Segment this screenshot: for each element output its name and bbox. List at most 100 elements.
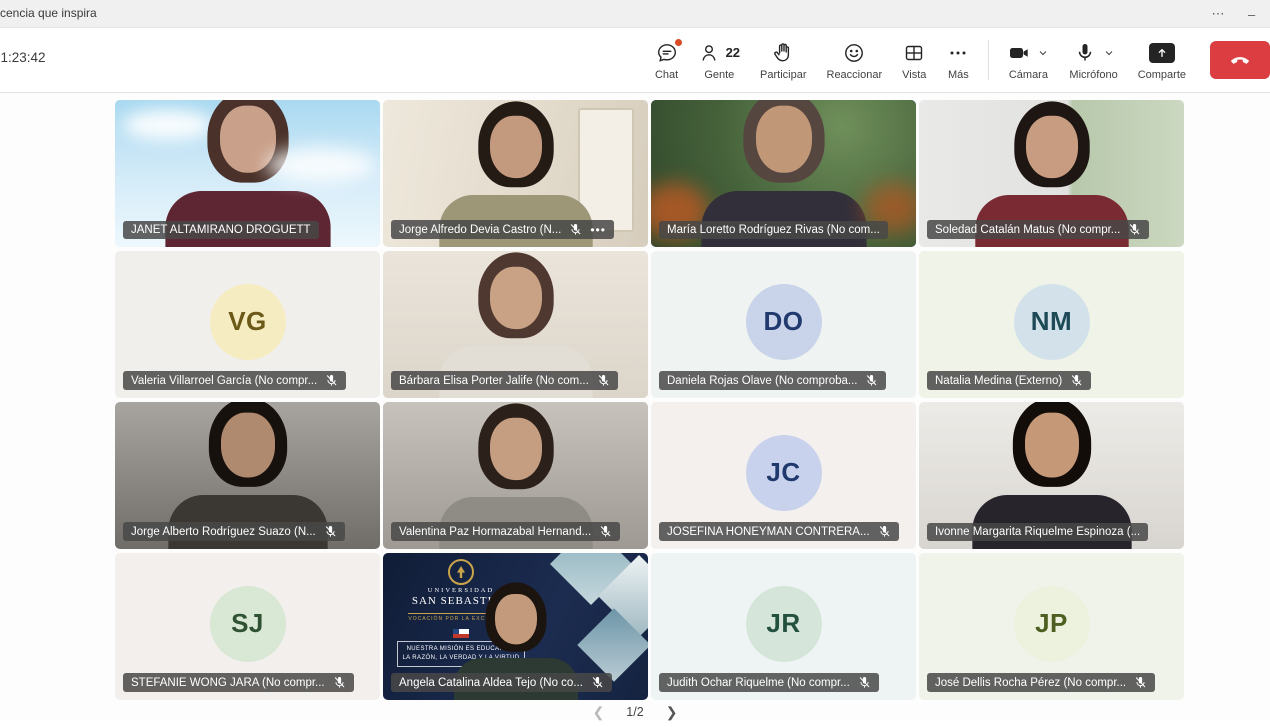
hangup-phone-icon <box>1227 45 1253 76</box>
window-titlebar: cencia que inspira ⋯ – <box>0 0 1270 28</box>
avatar: DO <box>746 283 822 359</box>
view-button[interactable]: Vista <box>892 30 936 90</box>
window-more-button[interactable]: ⋯ <box>1196 0 1240 28</box>
camera-button[interactable]: Cámara <box>997 30 1059 90</box>
mic-muted-icon <box>1134 676 1147 689</box>
mic-muted-icon <box>569 223 582 236</box>
participant-name: JOSEFINA HONEYMAN CONTRERA... <box>667 526 870 538</box>
mic-muted-icon <box>324 525 337 538</box>
participant-tile[interactable]: María Loretto Rodríguez Rivas (No com... <box>651 100 916 247</box>
participant-tile[interactable]: JR Judith Ochar Riquelme (No compr... <box>651 553 916 700</box>
chat-button[interactable]: Chat <box>645 30 689 90</box>
hangup-button[interactable] <box>1210 41 1270 79</box>
avatar: JR <box>746 585 822 661</box>
page-previous-chevron-icon[interactable]: ❮ <box>593 703 605 721</box>
mic-muted-icon <box>333 676 346 689</box>
participant-tile[interactable]: JP José Dellis Rocha Pérez (No compr... <box>919 553 1184 700</box>
participant-name-label: Ángela Catalina Aldea Tejo (No co... <box>391 673 612 692</box>
participant-name: Daniela Rojas Olave (No comproba... <box>667 375 857 387</box>
mic-muted-icon <box>591 676 604 689</box>
participant-tile[interactable]: Ivonne Margarita Riquelme Espinoza (... <box>919 402 1184 549</box>
participant-tile[interactable]: Jorge Alfredo Devia Castro (N... ••• <box>383 100 648 247</box>
participant-name: Jorge Alfredo Devia Castro (N... <box>399 224 561 236</box>
share-screen-icon <box>1149 43 1175 63</box>
raised-hand-icon <box>771 40 795 66</box>
camera-chevron-down-icon[interactable] <box>1037 47 1049 59</box>
smiley-icon <box>842 40 866 66</box>
mic-muted-icon <box>865 374 878 387</box>
participant-name: STEFANIE WONG JARA (No compr... <box>131 677 325 689</box>
participant-tile[interactable]: DO Daniela Rojas Olave (No comproba... <box>651 251 916 398</box>
mic-muted-icon <box>599 525 612 538</box>
participant-tile[interactable]: UNIVERSIDADSAN SEBASTIÁNVOCACIÓN POR LA … <box>383 553 648 700</box>
participant-name-label: Daniela Rojas Olave (No comproba... <box>659 371 886 390</box>
participant-name-label: Natalia Medina (Externo) <box>927 371 1091 390</box>
participant-name-label: Soledad Catalán Matus (No compr... <box>927 220 1149 239</box>
meeting-toolbar: 01:23:42 Chat 22 <box>0 28 1270 93</box>
window-minimize-button[interactable]: – <box>1240 0 1270 28</box>
participant-name: María Loretto Rodríguez Rivas (No com... <box>667 224 880 236</box>
participant-grid: JANET ALTAMIRANO DROGUETT Jorge Alfredo D… <box>115 100 1184 700</box>
participant-tile[interactable]: JC JOSEFINA HONEYMAN CONTRERA... <box>651 402 916 549</box>
avatar: JP <box>1014 585 1090 661</box>
camera-icon <box>1007 41 1031 65</box>
participant-name-label: STEFANIE WONG JARA (No compr... <box>123 673 354 692</box>
participant-tile[interactable]: Soledad Catalán Matus (No compr... <box>919 100 1184 247</box>
meeting-stage: JANET ALTAMIRANO DROGUETT Jorge Alfredo D… <box>0 93 1270 720</box>
more-button[interactable]: Más <box>936 30 980 90</box>
participant-name-label: Jorge Alfredo Devia Castro (N... ••• <box>391 220 614 239</box>
page-indicator: 1/2 <box>626 703 643 721</box>
participant-tile[interactable]: Valentina Paz Hormazabal Hernand... <box>383 402 648 549</box>
participant-tile[interactable]: Jorge Alberto Rodríguez Suazo (N... <box>115 402 380 549</box>
avatar: NM <box>1014 283 1090 359</box>
participant-tile[interactable]: JANET ALTAMIRANO DROGUETT <box>115 100 380 247</box>
participant-name: Bárbara Elisa Porter Jalife (No com... <box>399 375 589 387</box>
participant-tile[interactable]: NM Natalia Medina (Externo) <box>919 251 1184 398</box>
page-next-chevron-icon[interactable]: ❯ <box>666 703 678 721</box>
raise-hand-button[interactable]: Participar <box>750 30 816 90</box>
participant-tile[interactable]: Bárbara Elisa Porter Jalife (No com... <box>383 251 648 398</box>
participant-name: Jorge Alberto Rodríguez Suazo (N... <box>131 526 316 538</box>
grid-view-icon <box>902 40 926 66</box>
mic-muted-icon <box>325 374 338 387</box>
participant-name-label: Judith Ochar Riquelme (No compr... <box>659 673 879 692</box>
avatar: SJ <box>210 585 286 661</box>
mic-muted-icon <box>878 525 891 538</box>
participant-name-label: JANET ALTAMIRANO DROGUETT <box>123 221 319 239</box>
mic-muted-icon <box>858 676 871 689</box>
participant-name: Ivonne Margarita Riquelme Espinoza (... <box>935 526 1140 538</box>
tile-more-icon[interactable]: ••• <box>590 226 606 234</box>
avatar: JC <box>746 434 822 510</box>
participant-name-label: Jorge Alberto Rodríguez Suazo (N... <box>123 522 345 541</box>
participant-name-label: María Loretto Rodríguez Rivas (No com... <box>659 221 888 239</box>
university-emblem-icon <box>448 559 474 585</box>
participant-name: Judith Ochar Riquelme (No compr... <box>667 677 850 689</box>
participant-name-label: Ivonne Margarita Riquelme Espinoza (... <box>927 523 1148 541</box>
chat-notification-dot <box>675 39 682 46</box>
participant-name-label: Valeria Villarroel García (No compr... <box>123 371 346 390</box>
microphone-chevron-down-icon[interactable] <box>1103 47 1115 59</box>
chat-icon <box>655 40 679 66</box>
avatar: VG <box>210 283 286 359</box>
mic-muted-icon <box>597 374 610 387</box>
react-button[interactable]: Reaccionar <box>817 30 893 90</box>
participant-name: Valeria Villarroel García (No compr... <box>131 375 317 387</box>
participant-tile[interactable]: VG Valeria Villarroel García (No compr... <box>115 251 380 398</box>
participant-name-label: JOSEFINA HONEYMAN CONTRERA... <box>659 522 899 541</box>
mic-muted-icon <box>1128 223 1141 236</box>
people-button[interactable]: 22 Gente <box>689 30 750 90</box>
toolbar-separator <box>988 40 989 80</box>
grid-pagination: ❮ 1/2 ❯ <box>0 703 1270 727</box>
mic-muted-icon <box>1070 374 1083 387</box>
participant-tile[interactable]: SJ STEFANIE WONG JARA (No compr... <box>115 553 380 700</box>
people-icon <box>699 41 723 65</box>
participant-name-label: Bárbara Elisa Porter Jalife (No com... <box>391 371 618 390</box>
participant-name: Valentina Paz Hormazabal Hernand... <box>399 526 591 538</box>
microphone-button[interactable]: Micrófono <box>1059 30 1127 90</box>
share-button[interactable]: Comparte <box>1128 30 1196 90</box>
meeting-timer: 01:23:42 <box>0 50 46 65</box>
participant-name: José Dellis Rocha Pérez (No compr... <box>935 677 1126 689</box>
participant-name-label: José Dellis Rocha Pérez (No compr... <box>927 673 1155 692</box>
participant-name: Soledad Catalán Matus (No compr... <box>935 224 1120 236</box>
participant-name: JANET ALTAMIRANO DROGUETT <box>131 224 311 236</box>
